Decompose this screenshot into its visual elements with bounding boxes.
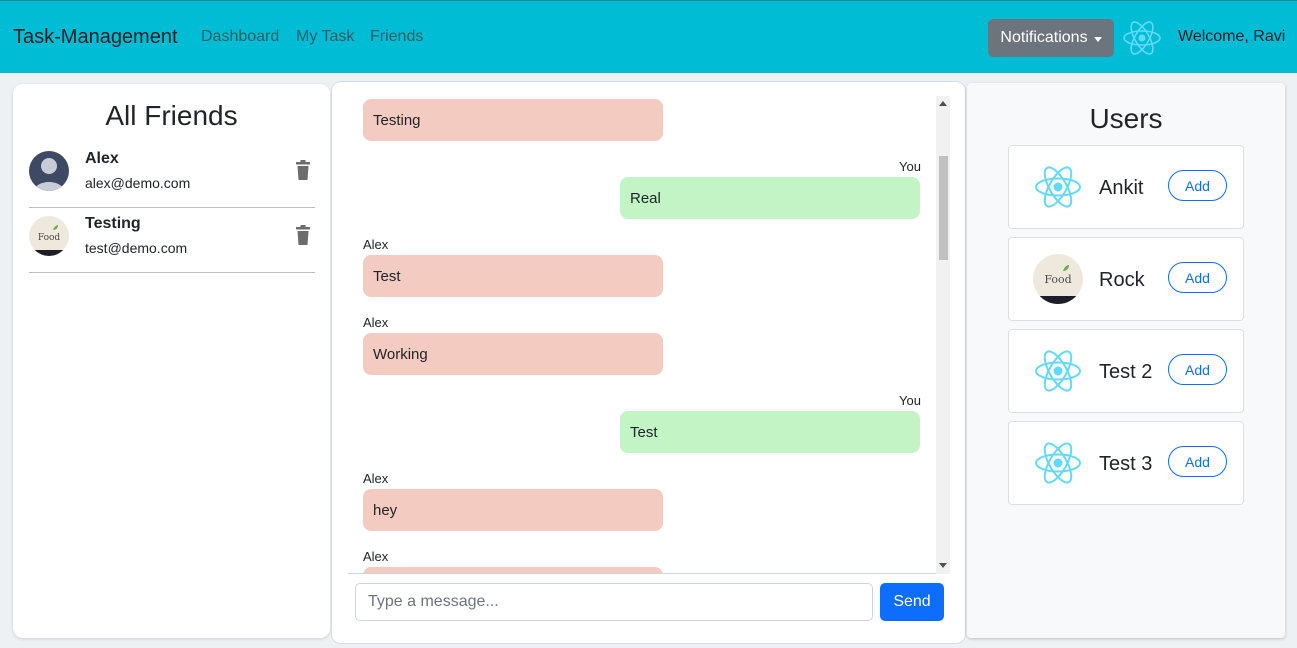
- message-bubble-incoming: Testing: [363, 99, 663, 141]
- send-button[interactable]: Send: [880, 583, 944, 621]
- scroll-up-arrow-icon[interactable]: [939, 101, 947, 106]
- user-name: Rock: [1099, 269, 1145, 291]
- notifications-dropdown-button[interactable]: Notifications: [988, 19, 1114, 57]
- user-name: Test 2: [1099, 361, 1153, 383]
- scroll-thumb[interactable]: [939, 156, 948, 260]
- message-bubble-outgoing: Real: [620, 177, 920, 219]
- welcome-text: Welcome, Ravi: [1178, 28, 1286, 45]
- message-sender: You: [899, 393, 921, 408]
- friend-name: Testing: [85, 215, 141, 232]
- react-logo-icon: [1035, 350, 1081, 392]
- svg-text:Food: Food: [38, 233, 61, 243]
- friend-item[interactable]: Alex alex@demo.com: [29, 143, 315, 208]
- person-avatar-icon: [29, 151, 69, 191]
- message-sender: Alex: [363, 471, 389, 486]
- user-name: Test 3: [1099, 453, 1153, 475]
- friends-panel: All Friends Alex alex@demo.com Food Test…: [13, 84, 330, 638]
- nav-link-dashboard[interactable]: Dashboard: [201, 28, 279, 46]
- message-sender: Alex: [363, 237, 389, 252]
- chat-messages[interactable]: Testing You Real Alex Test Alex Working …: [348, 96, 950, 574]
- users-panel: Users Ankit Add Food Rock Add Test 2 Add…: [967, 83, 1285, 638]
- message-bubble-outgoing: Test: [620, 411, 920, 453]
- chat-panel: Testing You Real Alex Test Alex Working …: [331, 81, 966, 644]
- friends-title: All Friends: [105, 100, 238, 131]
- nav-link-friends[interactable]: Friends: [370, 28, 423, 46]
- svg-text:Food: Food: [1044, 273, 1071, 286]
- react-logo-icon: [1035, 166, 1081, 208]
- trash-icon[interactable]: [295, 225, 311, 245]
- message-bubble-incoming: Test: [363, 255, 663, 297]
- message-sender: You: [899, 159, 921, 174]
- friend-email: test@demo.com: [85, 240, 188, 256]
- navbar: Task-Management Dashboard My Task Friend…: [0, 0, 1297, 73]
- message-sender: Alex: [363, 549, 389, 564]
- add-friend-button[interactable]: Add: [1168, 262, 1227, 293]
- add-friend-button[interactable]: Add: [1168, 354, 1227, 385]
- food-logo-avatar-icon: Food: [29, 216, 69, 256]
- user-name: Ankit: [1099, 177, 1144, 199]
- message-input[interactable]: [355, 583, 873, 621]
- message-sender: Alex: [363, 315, 389, 330]
- users-title: Users: [1089, 103, 1163, 134]
- brand[interactable]: Task-Management: [13, 26, 178, 49]
- friend-name: Alex: [85, 150, 119, 167]
- caret-down-icon: [1093, 36, 1102, 42]
- user-card: Test 2 Add: [1008, 329, 1244, 413]
- message-bubble-incoming: Working: [363, 333, 663, 375]
- food-logo-icon: Food: [1033, 254, 1083, 304]
- user-card: Test 3 Add: [1008, 421, 1244, 505]
- react-logo-icon: [1035, 442, 1081, 484]
- friend-item[interactable]: Food Testing test@demo.com: [29, 208, 315, 273]
- add-friend-button[interactable]: Add: [1168, 170, 1227, 201]
- user-card: Food Rock Add: [1008, 237, 1244, 321]
- trash-icon[interactable]: [295, 160, 311, 180]
- user-card: Ankit Add: [1008, 145, 1244, 229]
- chat-scrollbar[interactable]: [936, 96, 950, 574]
- message-bubble-incoming: [363, 567, 663, 573]
- message-bubble-incoming: hey: [363, 489, 663, 531]
- nav-link-my-task[interactable]: My Task: [296, 28, 354, 46]
- notifications-label: Notifications: [1000, 29, 1088, 46]
- add-friend-button[interactable]: Add: [1168, 446, 1227, 477]
- scroll-down-arrow-icon[interactable]: [939, 563, 947, 568]
- react-logo-icon: [1123, 21, 1161, 55]
- friend-email: alex@demo.com: [85, 175, 191, 191]
